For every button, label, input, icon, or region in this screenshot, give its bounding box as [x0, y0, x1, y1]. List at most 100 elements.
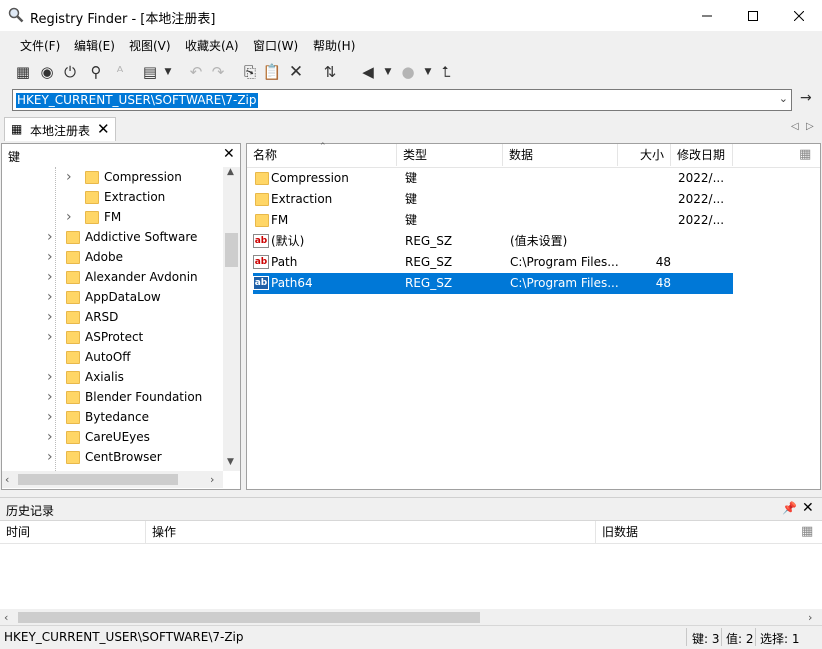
new-button[interactable]: ▤ — [140, 62, 160, 82]
scroll-thumb[interactable] — [225, 233, 238, 267]
chevron-right-icon[interactable]: › — [66, 167, 72, 187]
chevron-right-icon[interactable]: › — [47, 407, 53, 427]
chevron-right-icon[interactable]: › — [47, 287, 53, 307]
forward-dropdown-button[interactable]: ▼ — [418, 62, 438, 82]
column-header-data[interactable]: 数据 — [503, 144, 618, 166]
scroll-left-icon[interactable]: ‹ — [5, 473, 9, 486]
tree-item[interactable]: › Addictive Software — [2, 227, 222, 247]
list-item[interactable]: ab (默认) REG_SZ (值未设置) — [253, 231, 733, 252]
folder-icon — [66, 271, 80, 284]
copy-button[interactable]: ⎘ — [240, 62, 260, 82]
scroll-thumb[interactable] — [18, 612, 480, 623]
list-item[interactable]: ab Path64 REG_SZ C:\Program Files... 48 — [253, 273, 733, 294]
menu-help[interactable]: 帮助(H) — [313, 37, 355, 54]
scroll-left-icon[interactable]: ‹ — [4, 611, 8, 624]
network-registry-button[interactable]: ◉ — [37, 62, 57, 82]
list-item[interactable]: Extraction 键 2022/... — [253, 189, 733, 210]
minimize-button[interactable] — [684, 0, 730, 31]
tree-item[interactable]: › ARSD — [2, 307, 222, 327]
back-button[interactable]: ◀ — [358, 62, 378, 82]
tree-item-label: Bytedance — [85, 410, 149, 424]
scroll-down-icon[interactable]: ▼ — [227, 457, 234, 467]
folder-icon — [85, 191, 99, 204]
column-header-operation[interactable]: 操作 — [146, 521, 596, 543]
column-header-old-data[interactable]: 旧数据 — [596, 521, 796, 543]
maximize-button[interactable] — [730, 0, 776, 31]
tab-scroll-right-icon[interactable]: ▷ — [806, 121, 814, 132]
chevron-right-icon[interactable]: › — [47, 447, 53, 467]
list-item[interactable]: ab Path REG_SZ C:\Program Files... 48 — [253, 252, 733, 273]
scroll-right-icon[interactable]: › — [808, 611, 812, 624]
tree-item[interactable]: › CentBrowser — [2, 447, 222, 467]
up-button[interactable]: ⮤ — [436, 62, 456, 82]
scroll-up-icon[interactable]: ▲ — [227, 167, 234, 177]
tree-item[interactable]: › Bytedance — [2, 407, 222, 427]
cell-name: Compression — [271, 171, 349, 185]
address-combobox[interactable]: HKEY_CURRENT_USER\SOFTWARE\7-Zip ⌄ — [12, 89, 792, 111]
menu-edit[interactable]: 编辑(E) — [74, 37, 115, 54]
scroll-thumb[interactable] — [18, 474, 178, 485]
column-header-date[interactable]: 修改日期 — [671, 144, 733, 166]
chevron-right-icon[interactable]: › — [47, 427, 53, 447]
column-header-size[interactable]: 大小 — [618, 144, 671, 166]
close-icon[interactable]: ✕ — [223, 146, 235, 162]
tree-item[interactable]: Extraction — [2, 187, 222, 207]
column-chooser-icon[interactable]: ▦ — [799, 147, 811, 162]
divider — [721, 628, 722, 646]
column-header-type[interactable]: 类型 — [397, 144, 503, 166]
chevron-down-icon[interactable]: ⌄ — [779, 92, 788, 105]
paste-button[interactable]: 📋 — [262, 62, 282, 82]
undo-button[interactable]: ↶ — [186, 62, 206, 82]
tree-item[interactable]: › Axialis — [2, 367, 222, 387]
delete-button[interactable]: ✕ — [286, 62, 306, 82]
tree-item-label: Adobe — [85, 250, 123, 264]
chevron-right-icon[interactable]: › — [47, 227, 53, 247]
list-item[interactable]: Compression 键 2022/... — [253, 168, 733, 189]
chevron-right-icon[interactable]: › — [66, 207, 72, 227]
tree-vertical-scrollbar[interactable]: ▲ ▼ — [223, 167, 240, 471]
redo-button[interactable]: ↷ — [208, 62, 228, 82]
menu-view[interactable]: 视图(V) — [129, 37, 171, 54]
tree-item[interactable]: › AppDataLow — [2, 287, 222, 307]
column-header-time[interactable]: 时间 — [0, 521, 146, 543]
go-arrow-icon[interactable]: → — [800, 90, 812, 106]
menu-file[interactable]: 文件(F) — [20, 37, 60, 54]
tree-item[interactable]: › FM — [2, 207, 222, 227]
chevron-right-icon[interactable]: › — [47, 327, 53, 347]
menu-favorites[interactable]: 收藏夹(A) — [185, 37, 239, 54]
tab-scroll-left-icon[interactable]: ◁ — [791, 121, 799, 132]
new-dropdown-button[interactable]: ▼ — [158, 62, 178, 82]
chevron-right-icon[interactable]: › — [47, 307, 53, 327]
disconnect-button[interactable]: ⏻ — [60, 62, 80, 82]
menu-window[interactable]: 窗口(W) — [253, 37, 298, 54]
address-value[interactable]: HKEY_CURRENT_USER\SOFTWARE\7-Zip — [16, 93, 258, 108]
tree-item[interactable]: › Compression — [2, 167, 222, 187]
chevron-right-icon[interactable]: › — [47, 367, 53, 387]
local-registry-button[interactable]: ▦ — [13, 62, 33, 82]
scroll-right-icon[interactable]: › — [210, 473, 214, 486]
folder-icon — [255, 214, 269, 227]
back-dropdown-button[interactable]: ▼ — [378, 62, 398, 82]
tree-item[interactable]: › Alexander Avdonin — [2, 267, 222, 287]
close-icon[interactable]: ✕ — [802, 500, 814, 516]
chevron-right-icon[interactable]: › — [47, 387, 53, 407]
tree-horizontal-scrollbar[interactable]: ‹ › — [2, 471, 223, 488]
tab-local-registry[interactable]: ▦ 本地注册表 ✕ — [4, 117, 116, 141]
history-horizontal-scrollbar[interactable]: ‹ › — [0, 609, 822, 626]
chevron-right-icon[interactable]: › — [47, 267, 53, 287]
close-button[interactable] — [776, 0, 822, 31]
find-button[interactable]: ⚲ — [86, 62, 106, 82]
list-item[interactable]: FM 键 2022/... — [253, 210, 733, 231]
tree-item[interactable]: › ASProtect — [2, 327, 222, 347]
replace-button[interactable]: ᴬ — [110, 62, 130, 82]
tree-item[interactable]: › Blender Foundation — [2, 387, 222, 407]
chevron-right-icon[interactable]: › — [47, 247, 53, 267]
column-chooser-icon[interactable]: ▦ — [801, 524, 813, 539]
tree-item[interactable]: › CareUEyes — [2, 427, 222, 447]
tree-item[interactable]: › Adobe — [2, 247, 222, 267]
tab-close-icon[interactable]: ✕ — [97, 120, 110, 138]
refresh-button[interactable]: ⇅ — [320, 62, 340, 82]
tree-item[interactable]: AutoOff — [2, 347, 222, 367]
forward-button[interactable]: ● — [398, 62, 418, 82]
pin-icon[interactable]: 📌 — [782, 501, 797, 515]
